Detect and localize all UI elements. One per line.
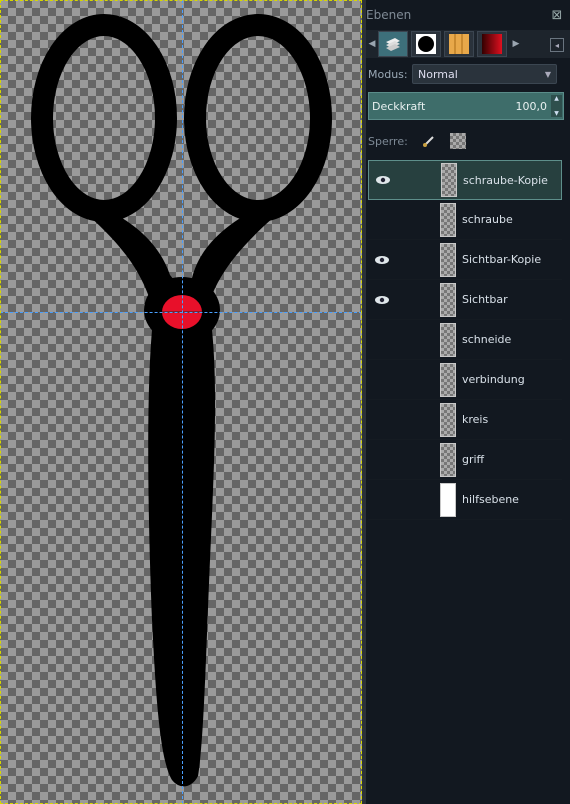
lock-row: Sperre: (366, 130, 466, 152)
layer-name: Sichtbar (462, 293, 508, 306)
opacity-label: Deckkraft (372, 99, 426, 113)
visibility-toggle[interactable] (368, 400, 396, 440)
layer-thumbnail (440, 282, 456, 317)
layer-thumbnail (440, 482, 456, 517)
visibility-toggle[interactable] (368, 320, 396, 360)
tab-layers[interactable] (378, 31, 408, 57)
layer-row[interactable]: Sichtbar (368, 280, 562, 320)
visibility-toggle[interactable] (368, 440, 396, 480)
gradient-icon (482, 34, 502, 54)
image-canvas[interactable] (0, 0, 362, 804)
layer-name: kreis (462, 413, 489, 426)
panel-title: Ebenen (366, 8, 412, 22)
eye-icon (375, 255, 389, 264)
link-toggle[interactable] (396, 320, 440, 360)
visibility-toggle[interactable] (368, 240, 396, 280)
layer-name: schneide (462, 333, 512, 346)
visibility-toggle[interactable] (368, 280, 396, 320)
visibility-toggle[interactable] (368, 200, 396, 240)
layer-row[interactable]: schraube (368, 200, 562, 240)
visibility-toggle[interactable] (368, 360, 396, 400)
layer-name: schraube (462, 213, 513, 226)
panel-tabs: ◀ ▶ ◂ (366, 30, 570, 58)
vertical-guide (182, 0, 183, 804)
brush-circle-icon (416, 34, 436, 54)
opacity-slider[interactable]: Deckkraft 100,0 ▲ ▼ (368, 92, 564, 120)
lock-pixels-brush-icon[interactable] (422, 134, 436, 148)
pattern-icon (449, 34, 469, 54)
layer-name: verbindung (462, 373, 525, 386)
layer-thumbnail (441, 163, 457, 197)
link-toggle[interactable] (396, 400, 440, 440)
link-toggle[interactable] (396, 480, 440, 520)
layer-thumbnail (440, 362, 456, 397)
layers-list: schraube-Kopie schraube Sichtbar-Kopie Sich… (368, 160, 562, 804)
layer-name: schraube-Kopie (463, 173, 548, 187)
mode-select[interactable]: Normal ▼ (412, 64, 557, 84)
eye-icon (376, 176, 390, 184)
left-handle-ring (31, 14, 177, 222)
layers-scrollbar[interactable] (564, 160, 570, 804)
mode-label: Modus: (368, 67, 408, 81)
layer-row[interactable]: hilfsebene (368, 480, 562, 520)
layer-thumbnail (440, 202, 456, 237)
mode-value: Normal (418, 67, 458, 81)
mode-row: Modus: Normal ▼ (366, 62, 570, 86)
horizontal-guide (0, 312, 362, 313)
link-toggle[interactable] (396, 240, 440, 280)
opacity-spinner[interactable]: ▲ ▼ (551, 95, 562, 117)
right-handle-ring (184, 14, 332, 222)
tabs-scroll-left-icon[interactable]: ◀ (366, 39, 378, 49)
visibility-toggle[interactable] (369, 160, 397, 200)
layer-thumbnail (440, 402, 456, 437)
tabs-scroll-right-icon[interactable]: ▶ (510, 39, 522, 49)
layers-panel: Ebenen ⊠ ◀ ▶ ◂ Modus: Normal ▼ Deckkraft… (366, 0, 570, 804)
layers-icon (386, 38, 400, 51)
layer-thumbnail (440, 442, 456, 477)
link-toggle[interactable] (396, 360, 440, 400)
link-toggle[interactable] (396, 440, 440, 480)
layer-name: hilfsebene (462, 493, 519, 506)
layer-thumbnail (440, 242, 456, 277)
eye-icon (375, 295, 389, 304)
layer-row[interactable]: Sichtbar-Kopie (368, 240, 562, 280)
lock-alpha-icon[interactable] (449, 133, 466, 149)
layer-row[interactable]: schneide (368, 320, 562, 360)
layer-thumbnail (440, 322, 456, 357)
layer-row[interactable]: kreis (368, 400, 562, 440)
visibility-toggle[interactable] (368, 480, 396, 520)
link-toggle[interactable] (397, 160, 441, 200)
opacity-value: 100,0 (515, 99, 548, 113)
layer-row[interactable]: griff (368, 440, 562, 480)
close-icon[interactable]: ⊠ (550, 8, 564, 23)
layer-row[interactable]: schraube-Kopie (368, 160, 562, 200)
panel-menu-icon[interactable]: ◂ (550, 38, 564, 52)
tab-gradients[interactable] (477, 31, 507, 57)
link-toggle[interactable] (396, 280, 440, 320)
scissors-drawing (31, 14, 332, 787)
chevron-down-icon: ▼ (544, 69, 551, 79)
layer-name: griff (462, 453, 485, 466)
panel-titlebar: Ebenen ⊠ (366, 0, 570, 30)
tab-brushes[interactable] (411, 31, 441, 57)
lock-label: Sperre: (368, 134, 408, 148)
tab-patterns[interactable] (444, 31, 474, 57)
layer-name: Sichtbar-Kopie (462, 253, 542, 266)
layer-row[interactable]: verbindung (368, 360, 562, 400)
link-toggle[interactable] (396, 200, 440, 240)
